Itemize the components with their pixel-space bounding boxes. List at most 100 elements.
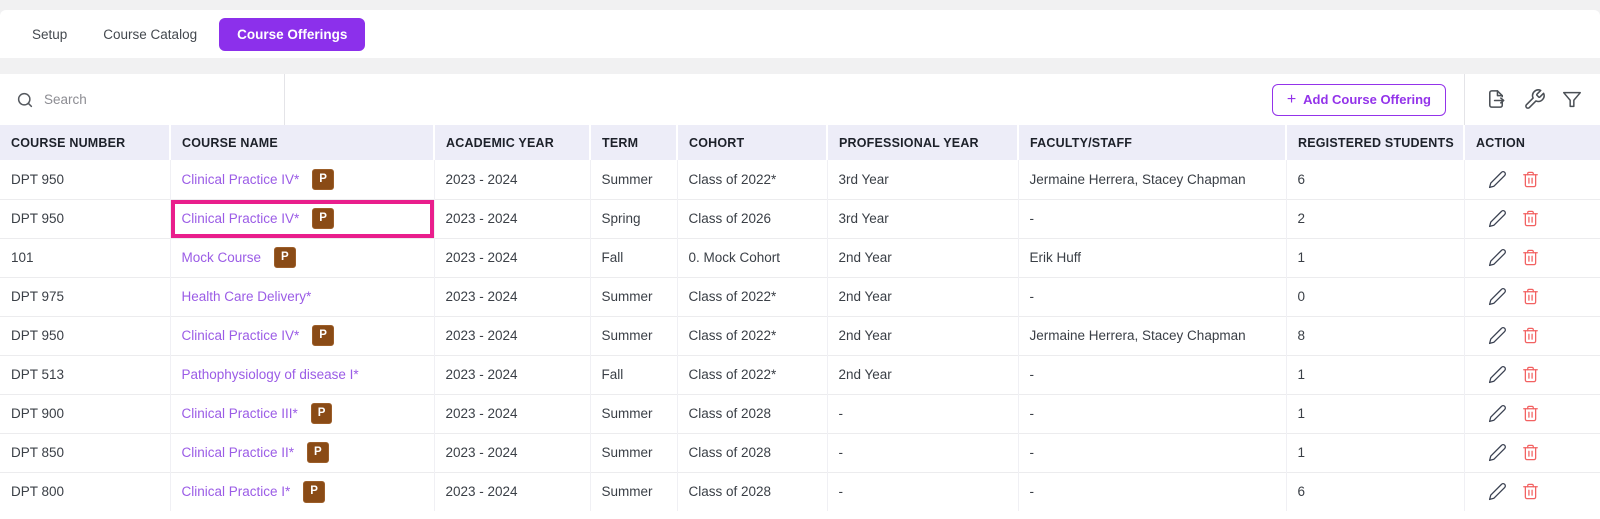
course-name-link[interactable]: Clinical Practice III*	[182, 406, 298, 421]
action-wrap	[1476, 287, 1600, 306]
cohort-cell: Class of 2022*	[677, 160, 827, 199]
edit-button[interactable]	[1488, 365, 1507, 384]
delete-button[interactable]	[1521, 248, 1540, 267]
program-badge: P	[311, 403, 333, 425]
delete-button[interactable]	[1521, 209, 1540, 228]
tab-setup[interactable]: Setup	[18, 19, 81, 50]
cohort-cell: 0. Mock Cohort	[677, 238, 827, 277]
term-cell: Summer	[590, 472, 677, 511]
delete-button[interactable]	[1521, 287, 1540, 306]
program-badge: P	[274, 247, 296, 269]
course-name-link[interactable]: Clinical Practice IV*	[182, 211, 300, 226]
settings-button[interactable]	[1523, 88, 1546, 111]
course-name-cell: Pathophysiology of disease I*	[170, 355, 434, 394]
delete-button[interactable]	[1521, 482, 1540, 501]
action-cell	[1464, 472, 1600, 511]
bar-gap	[0, 58, 1600, 74]
course-name-link[interactable]: Clinical Practice IV*	[182, 172, 300, 187]
edit-button[interactable]	[1488, 443, 1507, 462]
course-number-cell: DPT 800	[0, 472, 170, 511]
professional-year-cell: 3rd Year	[827, 199, 1018, 238]
course-name-link[interactable]: Health Care Delivery*	[182, 289, 312, 304]
program-badge: P	[307, 442, 329, 464]
delete-button[interactable]	[1521, 326, 1540, 345]
course-number-cell: 101	[0, 238, 170, 277]
edit-button[interactable]	[1488, 170, 1507, 189]
registered-students-cell: 1	[1286, 238, 1464, 277]
add-course-offering-button[interactable]: + Add Course Offering	[1272, 84, 1446, 116]
course-name-link[interactable]: Mock Course	[182, 250, 262, 265]
course-name-wrap: Clinical Practice II* P	[182, 442, 329, 464]
cohort-cell: Class of 2022*	[677, 355, 827, 394]
edit-button[interactable]	[1488, 287, 1507, 306]
course-name-wrap: Clinical Practice I* P	[182, 481, 325, 503]
edit-button[interactable]	[1488, 209, 1507, 228]
column-header-academic-year: ACADEMIC YEAR	[434, 125, 590, 160]
professional-year-cell: 2nd Year	[827, 277, 1018, 316]
cohort-cell: Class of 2028	[677, 394, 827, 433]
pencil-icon	[1488, 170, 1507, 189]
professional-year-cell: -	[827, 472, 1018, 511]
delete-button[interactable]	[1521, 365, 1540, 384]
action-cell	[1464, 394, 1600, 433]
academic-year-cell: 2023 - 2024	[434, 355, 590, 394]
professional-year-cell: 3rd Year	[827, 160, 1018, 199]
toolbar-spacer	[285, 74, 1272, 125]
academic-year-cell: 2023 - 2024	[434, 199, 590, 238]
pencil-icon	[1488, 248, 1507, 267]
delete-button[interactable]	[1521, 404, 1540, 423]
professional-year-cell: -	[827, 394, 1018, 433]
action-cell	[1464, 238, 1600, 277]
edit-button[interactable]	[1488, 404, 1507, 423]
action-wrap	[1476, 248, 1600, 267]
delete-button[interactable]	[1521, 443, 1540, 462]
action-cell	[1464, 433, 1600, 472]
course-name-cell: Health Care Delivery*	[170, 277, 434, 316]
course-name-wrap: Clinical Practice IV* P	[182, 325, 334, 347]
table-row: DPT 850 Clinical Practice II* P 2023 - 2…	[0, 433, 1600, 472]
edit-button[interactable]	[1488, 248, 1507, 267]
pencil-icon	[1488, 209, 1507, 228]
action-cell	[1464, 160, 1600, 199]
course-name-cell: Clinical Practice IV* P	[170, 316, 434, 355]
tab-course-offerings[interactable]: Course Offerings	[219, 18, 365, 51]
course-name-cell: Clinical Practice IV* P	[170, 160, 434, 199]
faculty-staff-cell: Erik Huff	[1018, 238, 1286, 277]
registered-students-cell: 2	[1286, 199, 1464, 238]
column-header-course-name: COURSE NAME	[170, 125, 434, 160]
export-button[interactable]	[1485, 88, 1508, 111]
course-name-wrap: Clinical Practice IV* P	[182, 208, 334, 230]
faculty-staff-cell: -	[1018, 355, 1286, 394]
search-input[interactable]	[44, 92, 244, 107]
action-wrap	[1476, 404, 1600, 423]
edit-button[interactable]	[1488, 482, 1507, 501]
faculty-staff-cell: -	[1018, 199, 1286, 238]
professional-year-cell: 2nd Year	[827, 238, 1018, 277]
delete-button[interactable]	[1521, 170, 1540, 189]
table-row: DPT 513 Pathophysiology of disease I* 20…	[0, 355, 1600, 394]
tab-bar: Setup Course Catalog Course Offerings	[0, 10, 1600, 58]
course-name-link[interactable]: Clinical Practice IV*	[182, 328, 300, 343]
program-badge: P	[312, 208, 334, 230]
action-wrap	[1476, 326, 1600, 345]
course-name-link[interactable]: Pathophysiology of disease I*	[182, 367, 359, 382]
action-wrap	[1476, 482, 1600, 501]
table-body: DPT 950 Clinical Practice IV* P 2023 - 2…	[0, 160, 1600, 511]
term-cell: Summer	[590, 160, 677, 199]
course-name-link[interactable]: Clinical Practice II*	[182, 445, 295, 460]
table-row: DPT 975 Health Care Delivery* 2023 - 202…	[0, 277, 1600, 316]
pencil-icon	[1488, 443, 1507, 462]
table-row: 101 Mock Course P 2023 - 2024 Fall 0. Mo…	[0, 238, 1600, 277]
filter-button[interactable]	[1561, 89, 1583, 111]
edit-button[interactable]	[1488, 326, 1507, 345]
course-name-cell: Clinical Practice IV* P	[170, 199, 434, 238]
tab-course-catalog[interactable]: Course Catalog	[89, 19, 211, 50]
wrench-icon	[1523, 88, 1546, 111]
professional-year-cell: -	[827, 433, 1018, 472]
trash-icon	[1521, 326, 1540, 345]
course-name-link[interactable]: Clinical Practice I*	[182, 484, 291, 499]
search-box[interactable]	[0, 74, 285, 125]
column-header-action: ACTION	[1464, 125, 1600, 160]
search-icon	[16, 91, 34, 109]
academic-year-cell: 2023 - 2024	[434, 160, 590, 199]
